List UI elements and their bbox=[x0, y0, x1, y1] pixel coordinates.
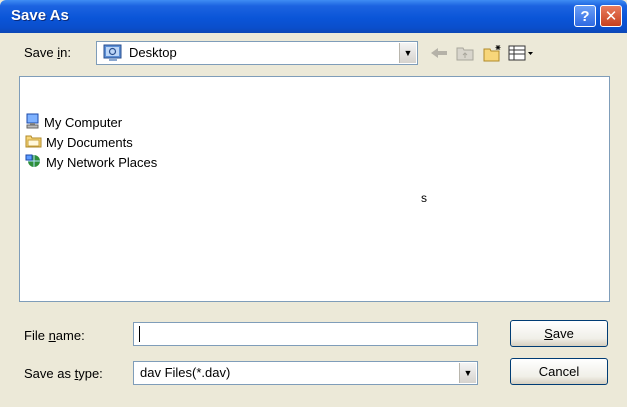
cancel-button[interactable]: Cancel bbox=[510, 358, 608, 385]
save-in-dropdown[interactable]: Desktop ▼ bbox=[96, 41, 418, 65]
text-cursor bbox=[139, 326, 140, 342]
file-list[interactable]: My Computer My Documents My Network Plac… bbox=[19, 76, 610, 302]
up-folder-icon[interactable] bbox=[454, 43, 476, 63]
chevron-down-icon[interactable]: ▼ bbox=[459, 363, 476, 383]
help-button[interactable]: ? bbox=[574, 5, 596, 27]
list-item[interactable]: My Documents bbox=[25, 133, 133, 151]
file-name-input[interactable] bbox=[133, 322, 478, 346]
back-icon[interactable] bbox=[428, 43, 450, 63]
save-button-label: Save bbox=[544, 326, 574, 341]
computer-icon bbox=[25, 113, 41, 132]
folder-icon bbox=[25, 133, 43, 152]
question-icon: ? bbox=[580, 7, 590, 25]
list-item-label: My Computer bbox=[44, 114, 123, 130]
save-as-type-label: Save as type: bbox=[24, 366, 103, 381]
network-icon bbox=[25, 153, 43, 172]
view-menu-icon[interactable] bbox=[508, 43, 534, 63]
save-button[interactable]: Save bbox=[510, 320, 608, 347]
new-folder-icon[interactable] bbox=[482, 43, 504, 63]
save-in-value: Desktop bbox=[129, 45, 177, 60]
save-in-label: Save in: bbox=[24, 45, 71, 60]
save-as-type-dropdown[interactable]: dav Files(*.dav) ▼ bbox=[133, 361, 478, 385]
cancel-button-label: Cancel bbox=[538, 364, 580, 379]
close-button[interactable]: ✕ bbox=[600, 5, 622, 27]
list-item-label: My Documents bbox=[46, 134, 133, 150]
title-bar[interactable]: Save As ? ✕ bbox=[0, 0, 627, 33]
list-item[interactable]: My Computer bbox=[25, 113, 122, 131]
desktop-icon bbox=[103, 44, 123, 65]
file-name-label: File name: bbox=[24, 328, 85, 343]
window-title: Save As bbox=[11, 7, 69, 24]
close-icon: ✕ bbox=[604, 8, 618, 25]
list-item-label: My Network Places bbox=[46, 154, 158, 170]
stray-text: s bbox=[421, 191, 427, 205]
save-as-type-value: dav Files(*.dav) bbox=[140, 365, 231, 380]
chevron-down-icon[interactable]: ▼ bbox=[399, 43, 416, 63]
list-item[interactable]: My Network Places bbox=[25, 153, 157, 171]
